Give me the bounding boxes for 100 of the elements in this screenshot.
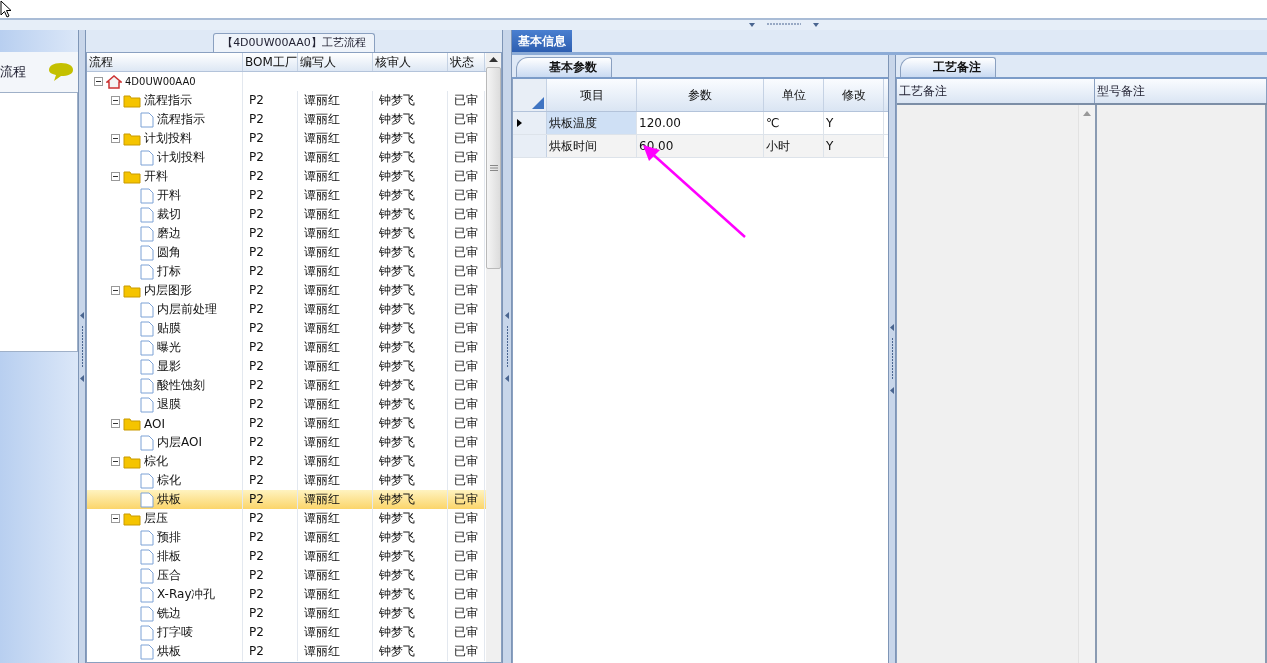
table-cell: 谭丽红 (298, 110, 373, 129)
collapse-icon[interactable] (94, 77, 103, 86)
table-cell: 谭丽红 (298, 243, 373, 262)
tree-row[interactable]: 裁切 P2 谭丽红 钟梦飞 已审 (87, 205, 486, 224)
table-cell: P2 (243, 433, 298, 452)
table-cell: P2 (243, 224, 298, 243)
tree-row[interactable]: 内层AOI P2 谭丽红 钟梦飞 已审 (87, 433, 486, 452)
splitter-grip-icon[interactable] (889, 324, 895, 394)
tree-row[interactable]: 曝光 P2 谭丽红 钟梦飞 已审 (87, 338, 486, 357)
document-icon (140, 225, 154, 242)
tree-row[interactable]: 4D0UW00AA0 (87, 72, 486, 91)
table-cell: 钟梦飞 (373, 167, 448, 186)
tree-row[interactable]: 内层前处理 P2 谭丽红 钟梦飞 已审 (87, 300, 486, 319)
table-cell: 已审 (448, 623, 485, 642)
tree-item-label: 贴膜 (157, 320, 181, 337)
scrollbar[interactable] (486, 53, 501, 662)
document-icon (140, 624, 154, 641)
document-icon (140, 605, 154, 622)
table-cell: 钟梦飞 (373, 528, 448, 547)
collapse-icon[interactable] (111, 96, 120, 105)
grip-icon (489, 165, 498, 171)
collapse-icon[interactable] (111, 419, 120, 428)
tree-row[interactable]: 打标 P2 谭丽红 钟梦飞 已审 (87, 262, 486, 281)
row-header[interactable] (513, 112, 547, 134)
tree-row[interactable]: 铣边 P2 谭丽红 钟梦飞 已审 (87, 604, 486, 623)
collapse-icon[interactable] (111, 172, 120, 181)
tree-item-label: 酸性蚀刻 (157, 377, 205, 394)
collapse-icon[interactable] (111, 134, 120, 143)
column-header[interactable]: 流程 (87, 53, 243, 71)
document-icon (140, 149, 154, 166)
tab[interactable]: 基本参数 (516, 57, 612, 77)
column-header[interactable]: 状态 (448, 53, 485, 71)
tree-row[interactable]: 贴膜 P2 谭丽红 钟梦飞 已审 (87, 319, 486, 338)
column-header[interactable]: 修改 (824, 79, 884, 111)
folder-icon (123, 416, 141, 431)
tree-row[interactable]: 计划投料 P2 谭丽红 钟梦飞 已审 (87, 148, 486, 167)
tree-row[interactable]: 开料 P2 谭丽红 钟梦飞 已审 (87, 186, 486, 205)
tree-item-label: 内层前处理 (157, 301, 217, 318)
table-cell: 谭丽红 (298, 357, 373, 376)
folder-icon (123, 454, 141, 469)
document-icon (140, 434, 154, 451)
current-row-icon (517, 119, 522, 127)
column-header[interactable]: 型号备注 (1095, 79, 1267, 103)
table-cell: 钟梦飞 (373, 604, 448, 623)
tree-item-label: 4D0UW00AA0 (125, 76, 196, 87)
tree-row[interactable]: 压合 P2 谭丽红 钟梦飞 已审 (87, 566, 486, 585)
tab[interactable]: 工艺备注 (900, 57, 996, 77)
table-cell: 已审 (448, 205, 485, 224)
tree-row[interactable]: 显影 P2 谭丽红 钟梦飞 已审 (87, 357, 486, 376)
column-header[interactable]: 参数 (637, 79, 764, 111)
panel-title: 流程 (0, 63, 26, 81)
tree-row[interactable]: 打字唛 P2 谭丽红 钟梦飞 已审 (87, 623, 486, 642)
tree-row[interactable]: 酸性蚀刻 P2 谭丽红 钟梦飞 已审 (87, 376, 486, 395)
tree-row[interactable]: 磨边 P2 谭丽红 钟梦飞 已审 (87, 224, 486, 243)
tree-row[interactable]: 烘板 P2 谭丽红 钟梦飞 已审 (87, 642, 486, 661)
tree-item-label: 层压 (144, 510, 168, 527)
table-cell: P2 (243, 357, 298, 376)
column-header[interactable]: 项目 (547, 79, 637, 111)
tree-item-label: 显影 (157, 358, 181, 375)
table-cell: 谭丽红 (298, 300, 373, 319)
collapse-icon[interactable] (111, 457, 120, 466)
splitter-grip-icon[interactable] (504, 311, 510, 382)
tree-row[interactable]: 圆角 P2 谭丽红 钟梦飞 已审 (87, 243, 486, 262)
tree-row[interactable]: 计划投料 P2 谭丽红 钟梦飞 已审 (87, 129, 486, 148)
document-icon (140, 339, 154, 356)
table-cell: 烘板温度 (547, 112, 637, 134)
tree-row[interactable]: 棕化 P2 谭丽红 钟梦飞 已审 (87, 452, 486, 471)
tree-row[interactable]: 流程指示 P2 谭丽红 钟梦飞 已审 (87, 91, 486, 110)
table-cell: 已审 (448, 167, 485, 186)
splitter-grip-icon[interactable] (79, 311, 85, 382)
collapse-icon[interactable] (111, 286, 120, 295)
selected-tree-row[interactable]: 烘板 P2 谭丽红 钟梦飞 已审 (87, 490, 486, 509)
table-cell: 谭丽红 (298, 319, 373, 338)
tree-row[interactable]: 排板 P2 谭丽红 钟梦飞 已审 (87, 547, 486, 566)
tree-row[interactable]: X-Ray冲孔 P2 谭丽红 钟梦飞 已审 (87, 585, 486, 604)
column-header[interactable]: 单位 (764, 79, 824, 111)
tab[interactable]: 基本信息 (512, 30, 572, 52)
collapse-icon[interactable] (111, 514, 120, 523)
tree-item-label: 烘板 (157, 491, 181, 508)
table-cell: 谭丽红 (298, 509, 373, 528)
column-header[interactable]: 工艺备注 (897, 79, 1095, 103)
table-cell: 已审 (448, 452, 485, 471)
tree-row[interactable]: 流程指示 P2 谭丽红 钟梦飞 已审 (87, 110, 486, 129)
document-icon (140, 529, 154, 546)
table-cell: 已审 (448, 642, 485, 661)
corner-cell[interactable] (513, 79, 547, 111)
table-cell: 已审 (448, 281, 485, 300)
column-header[interactable]: BOM工厂 (243, 53, 298, 71)
tree-row[interactable]: 开料 P2 谭丽红 钟梦飞 已审 (87, 167, 486, 186)
table-cell: P2 (243, 319, 298, 338)
column-header[interactable]: 编写人 (298, 53, 373, 71)
scroll-thumb[interactable] (486, 67, 501, 269)
tree-row[interactable]: 层压 P2 谭丽红 钟梦飞 已审 (87, 509, 486, 528)
splitter-grip-icon[interactable] (748, 22, 819, 28)
column-header[interactable]: 核审人 (373, 53, 448, 71)
tree-row[interactable]: 退膜 P2 谭丽红 钟梦飞 已审 (87, 395, 486, 414)
tree-row[interactable]: 内层图形 P2 谭丽红 钟梦飞 已审 (87, 281, 486, 300)
tree-row[interactable]: 预排 P2 谭丽红 钟梦飞 已审 (87, 528, 486, 547)
tree-row[interactable]: AOI P2 谭丽红 钟梦飞 已审 (87, 414, 486, 433)
table-cell: 谭丽红 (298, 129, 373, 148)
